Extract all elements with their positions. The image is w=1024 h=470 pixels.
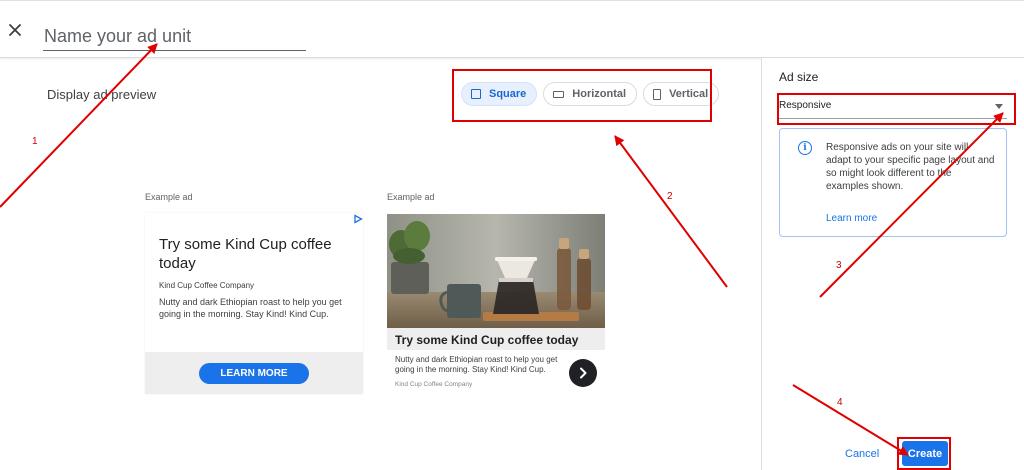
ad-size-value: Responsive (779, 100, 832, 111)
annotation-number-2: 2 (667, 191, 673, 202)
horizontal-rect-icon (553, 90, 565, 98)
top-bar (0, 0, 1024, 58)
annotation-arrow-1 (0, 43, 158, 208)
info-icon: i (798, 141, 812, 155)
dropdown-caret-icon (995, 104, 1003, 109)
adchoices-icon[interactable] (353, 214, 363, 224)
next-arrow-button[interactable] (569, 359, 597, 387)
toggle-horizontal[interactable]: Horizontal (543, 82, 638, 106)
square-icon (471, 89, 481, 99)
learn-more-button[interactable]: LEARN MORE (199, 363, 309, 384)
toggle-vertical[interactable]: Vertical (643, 82, 720, 106)
ad-shape-toggle-group: Square Horizontal Vertical (461, 82, 720, 106)
toggle-horizontal-label: Horizontal (572, 88, 627, 100)
ad-description: Nutty and dark Ethiopian roast to help y… (159, 297, 342, 319)
ad-headline: Try some Kind Cup coffee today (395, 333, 579, 347)
toggle-vertical-label: Vertical (669, 88, 709, 100)
cancel-button[interactable]: Cancel (845, 448, 879, 460)
annotation-arrow-2 (614, 135, 728, 288)
preview-title: Display ad preview (47, 87, 157, 102)
learn-more-link[interactable]: Learn more (826, 213, 877, 224)
coffee-photo (387, 214, 605, 328)
settings-panel (761, 58, 1024, 470)
close-icon[interactable] (6, 21, 24, 39)
vertical-rect-icon (653, 88, 662, 100)
example-ad-label: Example ad (145, 192, 193, 202)
info-text: Responsive ads on your site will adapt t… (826, 142, 995, 192)
toggle-square[interactable]: Square (461, 82, 538, 106)
create-button[interactable]: Create (902, 441, 948, 466)
chevron-right-icon (580, 367, 587, 379)
ad-size-label: Ad size (779, 70, 819, 84)
ad-advertiser: Kind Cup Coffee Company (159, 281, 255, 290)
example-ad-label: Example ad (387, 192, 435, 202)
annotation-number-4: 4 (837, 397, 843, 408)
ad-unit-name-input[interactable] (43, 23, 306, 51)
annotation-number-3: 3 (836, 260, 842, 271)
ad-advertiser: Kind Cup Coffee Company (395, 381, 473, 388)
ad-description: Nutty and dark Ethiopian roast to help y… (395, 355, 558, 374)
toggle-square-label: Square (489, 88, 527, 100)
ad-headline: Try some Kind Cup coffee today (159, 236, 332, 272)
annotation-number-1: 1 (32, 136, 38, 147)
ad-size-select[interactable]: Responsive (779, 95, 1007, 119)
